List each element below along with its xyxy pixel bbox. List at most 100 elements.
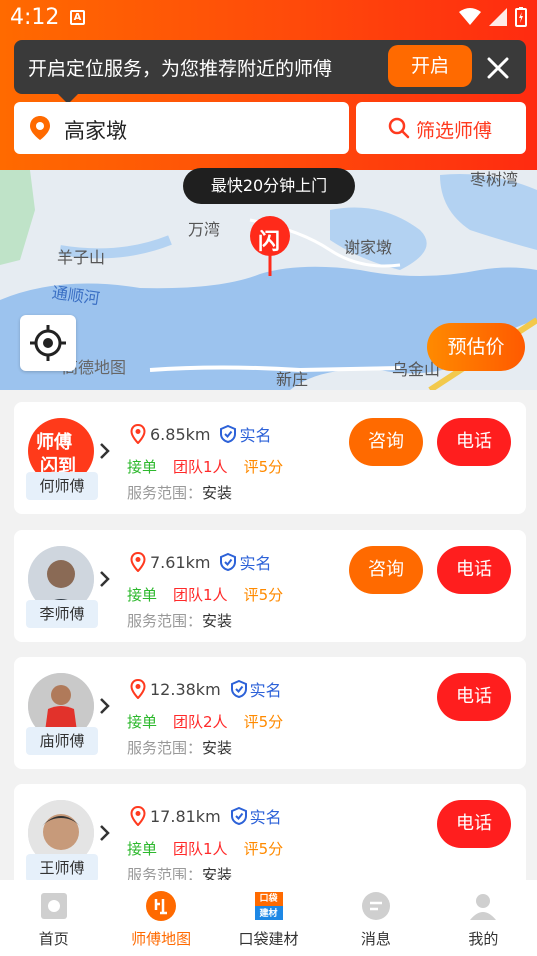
rating-tag: 评5分 <box>243 840 284 858</box>
filter-workers-label: 筛选师傅 <box>416 120 493 142</box>
message-icon <box>361 892 390 920</box>
accepting-orders-tag: 接单 <box>127 713 158 731</box>
crosshair-icon <box>30 325 66 361</box>
service-scope-label: 服务范围： <box>127 612 203 630</box>
verified-label: 实名 <box>239 554 272 573</box>
distance: 17.81km <box>150 806 221 826</box>
worker-meta: 12.38km 实名 <box>130 677 282 701</box>
service-scope-value: 安装 <box>202 484 233 502</box>
map-marker-label: 闪 <box>258 230 281 255</box>
chevron-right-icon[interactable] <box>96 438 114 464</box>
nav-label: 消息 <box>360 930 391 948</box>
verified-shield-icon <box>230 807 247 825</box>
accepting-orders-tag: 接单 <box>127 458 158 476</box>
team-size-tag: 团队2人 <box>173 713 228 731</box>
chevron-right-icon[interactable] <box>96 693 114 719</box>
verified-label: 实名 <box>239 426 272 445</box>
avatar-text-line-1: 师傅 <box>36 432 72 453</box>
rating-tag: 评5分 <box>243 713 284 731</box>
verified-shield-icon <box>220 425 237 443</box>
locate-me-button[interactable] <box>20 315 76 371</box>
worker-tags: 接单 团队2人 评5分 <box>127 711 283 732</box>
call-button[interactable]: 电话 <box>437 418 511 466</box>
chevron-right-icon[interactable] <box>96 566 114 592</box>
nav-item-worker-map[interactable]: 师傅地图 <box>107 880 214 956</box>
map-label-wanwan: 万湾 <box>188 220 221 239</box>
pocket-materials-icon-text: 建材 <box>259 909 278 919</box>
rating-tag: 评5分 <box>243 458 284 476</box>
verified-shield-icon <box>220 553 237 571</box>
service-scope: 服务范围：安装 <box>127 610 232 631</box>
profile-icon <box>470 894 497 920</box>
nav-item-pocket-materials[interactable]: 口袋 建材 口袋建材 <box>215 880 322 956</box>
location-service-banner: 开启定位服务，为您推荐附近的师傅 开启 <box>14 40 526 104</box>
nav-label: 口袋建材 <box>238 930 299 948</box>
location-pin-icon <box>30 116 50 140</box>
location-search-box[interactable]: 高家墩 <box>14 102 349 154</box>
rating-tag: 评5分 <box>243 586 284 604</box>
service-scope-label: 服务范围： <box>127 484 203 502</box>
accepting-orders-tag: 接单 <box>127 586 158 604</box>
notification-icon: A <box>70 10 85 25</box>
location-pin-icon <box>130 552 146 572</box>
verified-shield-icon <box>230 680 247 698</box>
worker-tags: 接单 团队1人 评5分 <box>127 456 283 477</box>
service-scope: 服务范围：安装 <box>127 737 232 758</box>
worker-name: 李师傅 <box>26 600 98 628</box>
worker-meta: 7.61km 实名 <box>130 550 272 574</box>
worker-card[interactable]: 师傅 闪到 何师傅 6.85km 实名 接单 团队1人 评5分 服务范围：安装 … <box>14 402 526 514</box>
location-banner-text: 开启定位服务，为您推荐附近的师傅 <box>28 58 333 80</box>
pocket-materials-icon-text: 口袋 <box>259 894 278 904</box>
distance: 6.85km <box>150 424 211 444</box>
price-estimate-button[interactable]: 预估价 <box>427 323 525 371</box>
worker-card[interactable]: 李师傅 7.61km 实名 接单 团队1人 评5分 服务范围：安装 咨询 电话 <box>14 530 526 642</box>
nav-item-messages[interactable]: 消息 <box>322 880 429 956</box>
service-scope-value: 安装 <box>202 739 233 757</box>
location-pin-icon <box>130 424 146 444</box>
verified-label: 实名 <box>249 681 282 700</box>
nav-label: 师傅地图 <box>131 930 192 948</box>
map-label-xiejiadun: 谢家墩 <box>344 238 393 257</box>
status-bar: 4:12 A <box>0 0 537 36</box>
accepting-orders-tag: 接单 <box>127 840 158 858</box>
worker-tags: 接单 团队1人 评5分 <box>127 838 283 859</box>
nav-item-profile[interactable]: 我的 <box>430 880 537 956</box>
call-button[interactable]: 电话 <box>437 800 511 848</box>
wifi-icon <box>459 8 481 25</box>
status-icons <box>459 7 527 27</box>
worker-name: 何师傅 <box>26 472 98 500</box>
worker-name: 庙师傅 <box>26 727 98 755</box>
search-icon <box>388 117 410 139</box>
nav-item-home[interactable]: 首页 <box>0 880 107 956</box>
team-size-tag: 团队1人 <box>173 458 228 476</box>
home-icon <box>40 893 67 919</box>
chevron-right-icon[interactable] <box>96 820 114 846</box>
service-scope-label: 服务范围： <box>127 739 203 757</box>
verified-label: 实名 <box>249 808 282 827</box>
nav-label: 首页 <box>38 930 69 948</box>
map-label-yangzishan: 羊子山 <box>57 248 106 267</box>
team-size-tag: 团队1人 <box>173 840 228 858</box>
call-button[interactable]: 电话 <box>437 673 511 721</box>
arrival-time-tooltip: 最快20分钟上门 <box>183 168 355 204</box>
close-icon[interactable] <box>484 54 512 82</box>
service-scope-value: 安装 <box>202 612 233 630</box>
team-size-tag: 团队1人 <box>173 586 228 604</box>
status-time: 4:12 <box>10 5 60 30</box>
worker-tags: 接单 团队1人 评5分 <box>127 584 283 605</box>
distance: 7.61km <box>150 552 211 572</box>
consult-button[interactable]: 咨询 <box>349 418 423 466</box>
service-scope: 服务范围：安装 <box>127 482 232 503</box>
consult-button[interactable]: 咨询 <box>349 546 423 594</box>
worker-meta: 6.85km 实名 <box>130 422 272 446</box>
location-pin-icon <box>130 806 146 826</box>
call-button[interactable]: 电话 <box>437 546 511 594</box>
enable-location-button[interactable]: 开启 <box>388 45 472 87</box>
battery-icon <box>515 7 527 27</box>
worker-card[interactable]: 庙师傅 12.38km 实名 接单 团队2人 评5分 服务范围：安装 电话 <box>14 657 526 769</box>
map-label-xinzhuang: 新庄 <box>276 370 309 389</box>
map-label-zaoshuwan: 枣树湾 <box>470 170 519 189</box>
filter-workers-button[interactable]: 筛选师傅 <box>356 102 526 154</box>
header: 4:12 A 开启定位服务，为您推荐附近的师傅 开启 高家墩 筛选师傅 <box>0 0 537 170</box>
distance: 12.38km <box>150 679 221 699</box>
